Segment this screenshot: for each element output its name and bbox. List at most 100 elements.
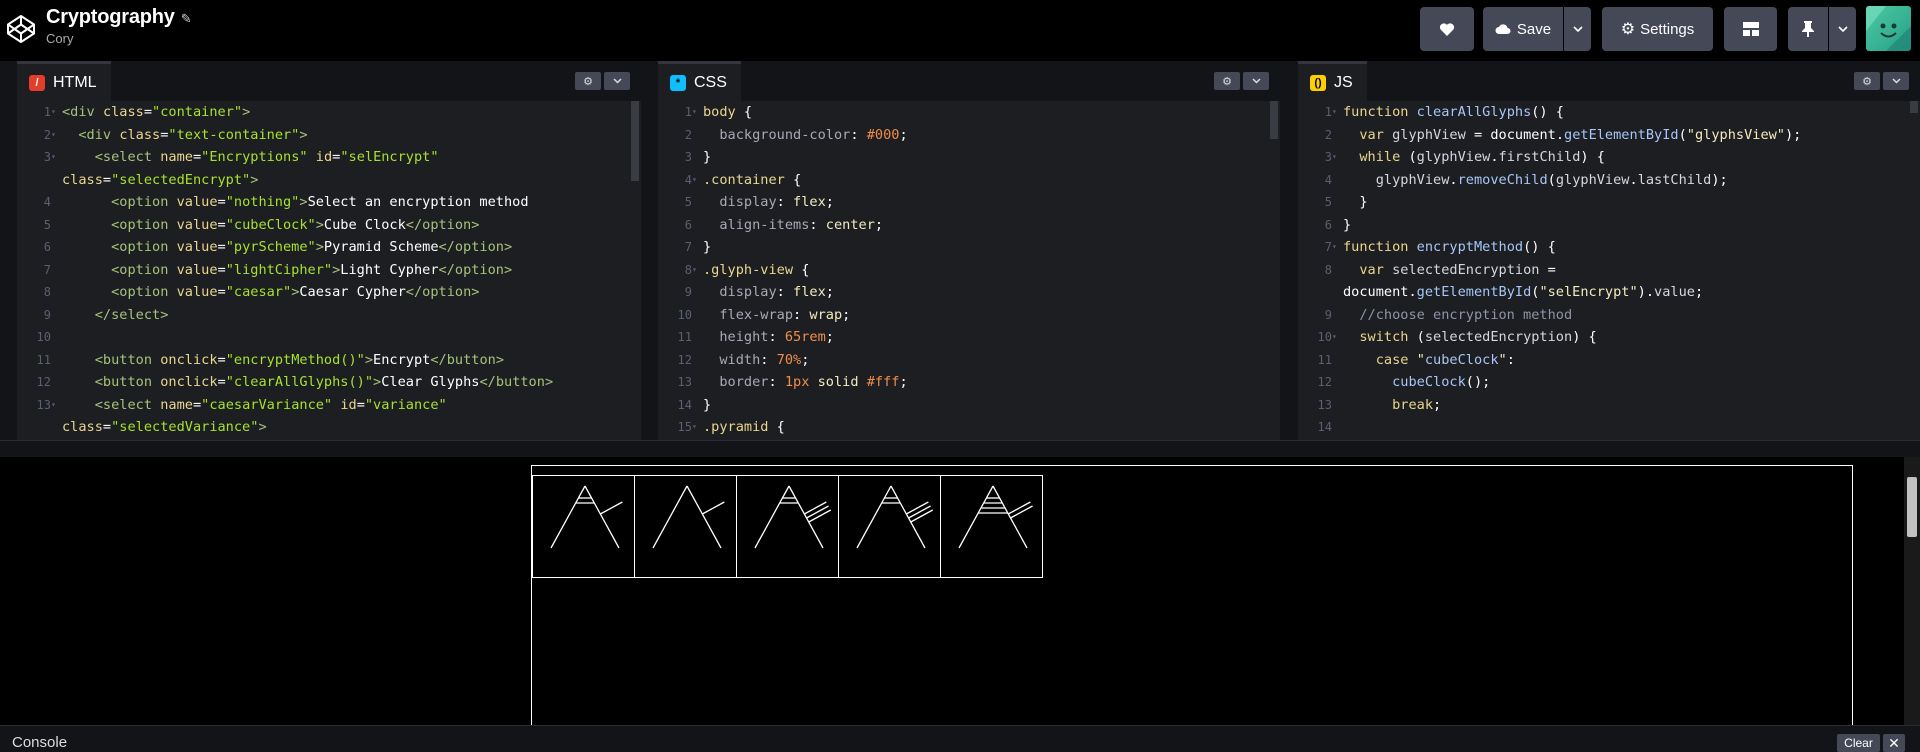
js-code[interactable]: 1 ▾ function clearAllGlyphs() {2 var glyph… [1298, 101, 1920, 440]
css-collapse-button[interactable] [1243, 72, 1269, 90]
css-code-line[interactable]: 8 ▾ .glyph-view { [658, 259, 1280, 282]
js-scrollbar[interactable] [1910, 101, 1918, 113]
js-code-line[interactable]: 3 ▾ while (glyphView.firstChild) { [1298, 146, 1920, 169]
html-code-line[interactable]: 6 <option value="pyrScheme">Pyramid Sche… [17, 236, 641, 259]
line-number: 9 [684, 285, 692, 299]
user-avatar[interactable] [1866, 6, 1911, 51]
fold-arrow-icon[interactable]: ▾ [51, 124, 56, 147]
fold-arrow-icon[interactable]: ▾ [51, 394, 56, 417]
title-block: Cryptography ✎ Cory [46, 6, 192, 46]
html-collapse-button[interactable] [604, 72, 630, 90]
edit-title-icon[interactable]: ✎ [181, 11, 192, 27]
css-code[interactable]: 1 ▾ body {2 background-color: #000; 3} 4 ▾ .co… [658, 101, 1280, 440]
js-code-line[interactable]: document.getElementById("selEncrypt").va… [1298, 281, 1920, 304]
pen-title[interactable]: Cryptography [46, 6, 175, 28]
tab-css[interactable]: * CSS [658, 61, 741, 101]
save-options-button[interactable] [1564, 7, 1591, 51]
js-code-line[interactable]: 14 [1298, 416, 1920, 439]
css-code-line[interactable]: 7} [658, 236, 1280, 259]
console-close-button[interactable]: ✕ [1883, 734, 1905, 752]
js-code-line[interactable]: 12 cubeClock(); [1298, 371, 1920, 394]
css-code-line[interactable]: 14} [658, 394, 1280, 417]
code-text: width: 70%; [719, 351, 810, 368]
css-code-line[interactable]: 10 flex-wrap: wrap; [658, 304, 1280, 327]
html-code-line[interactable]: 5 <option value="cubeClock">Cube Clock</… [17, 214, 641, 237]
css-code-line[interactable]: 5 display: flex; [658, 191, 1280, 214]
tab-html[interactable]: / HTML [17, 61, 111, 101]
html-code-line[interactable]: class="selectedEncrypt"> [17, 169, 641, 192]
fold-arrow-icon[interactable]: ▾ [692, 416, 697, 439]
css-code-line[interactable]: 1 ▾ body { [658, 101, 1280, 124]
fold-arrow-icon[interactable]: ▾ [692, 259, 697, 282]
html-scrollbar[interactable] [631, 101, 639, 181]
fold-arrow-icon[interactable]: ▾ [1332, 146, 1337, 169]
fold-arrow-icon[interactable]: ▾ [1332, 101, 1337, 124]
css-code-line[interactable]: 4 ▾ .container { [658, 169, 1280, 192]
js-code-line[interactable]: 1 ▾ function clearAllGlyphs() { [1298, 101, 1920, 124]
js-code-line[interactable]: 11 case "cubeClock": [1298, 349, 1920, 372]
fold-arrow-icon[interactable]: ▾ [51, 146, 56, 169]
css-code-line[interactable]: 15 ▾ .pyramid { [658, 416, 1280, 439]
css-code-line[interactable]: 3} [658, 146, 1280, 169]
html-code-line[interactable]: 11 <button onclick="encryptMethod()">Enc… [17, 349, 641, 372]
js-code-line[interactable]: 5 } [1298, 191, 1920, 214]
fold-arrow-icon[interactable]: ▾ [692, 169, 697, 192]
love-button[interactable] [1420, 7, 1474, 51]
css-settings-button[interactable]: ⚙ [1214, 72, 1240, 90]
pin-button[interactable] [1788, 7, 1828, 51]
codepen-logo-icon[interactable] [6, 14, 36, 44]
js-code-line[interactable]: 4 glyphView.removeChild(glyphView.lastCh… [1298, 169, 1920, 192]
html-code-line[interactable]: 8 <option value="caesar">Caesar Cypher</… [17, 281, 641, 304]
html-settings-button[interactable]: ⚙ [575, 72, 601, 90]
css-code-line[interactable]: 9 display: flex; [658, 281, 1280, 304]
js-code-line[interactable]: 9 //choose encryption method [1298, 304, 1920, 327]
html-code-line[interactable]: 7 <option value="lightCipher">Light Cyph… [17, 259, 641, 282]
css-code-line[interactable]: 6 align-items: center; [658, 214, 1280, 237]
change-view-button[interactable] [1724, 7, 1777, 51]
css-code-line[interactable]: 2 background-color: #000; [658, 124, 1280, 147]
html-code-line[interactable]: 13 ▾ <select name="caesarVariance" id="va… [17, 394, 641, 417]
preview-scrollbar-thumb[interactable] [1907, 477, 1917, 537]
js-code-line[interactable]: 2 var glyphView = document.getElementByI… [1298, 124, 1920, 147]
preview-scrollbar[interactable] [1904, 457, 1920, 725]
save-button[interactable]: Save [1483, 7, 1563, 51]
console-clear-button[interactable]: Clear [1837, 734, 1880, 752]
css-code-line[interactable]: 11 height: 65rem; [658, 326, 1280, 349]
html-code-line[interactable]: 12 <button onclick="clearAllGlyphs()">Cl… [17, 371, 641, 394]
html-code-line[interactable]: 4 <option value="nothing">Select an encr… [17, 191, 641, 214]
line-number: 9 [1324, 307, 1332, 322]
js-code-line[interactable]: 8 var selectedEncryption = [1298, 259, 1920, 282]
html-code-line[interactable]: class="selectedVariance"> [17, 416, 641, 439]
line-number: 11 [677, 330, 692, 344]
fold-arrow-icon[interactable]: ▾ [692, 101, 697, 124]
js-code-line[interactable]: 7 ▾ function encryptMethod() { [1298, 236, 1920, 259]
css-scrollbar[interactable] [1270, 101, 1278, 139]
code-text: switch (selectedEncryption) { [1359, 329, 1597, 345]
code-text: } [1343, 194, 1368, 210]
chevron-down-icon [1837, 26, 1848, 32]
js-collapse-button[interactable] [1883, 72, 1909, 90]
html-code-line[interactable]: 10 [17, 326, 641, 349]
html-code-line[interactable]: 1 ▾ <div class="container"> [17, 101, 641, 124]
html-code[interactable]: 1 ▾ <div class="container"> 2 ▾ <div class="… [17, 101, 641, 440]
fold-arrow-icon[interactable]: ▾ [51, 101, 56, 124]
css-code-line[interactable]: 12 width: 70%; [658, 349, 1280, 372]
js-code-line[interactable]: 6} [1298, 214, 1920, 237]
css-code-line[interactable]: 13 border: 1px solid #fff; [658, 371, 1280, 394]
html-code-line[interactable]: 2 ▾ <div class="text-container"> [17, 124, 641, 147]
author-name[interactable]: Cory [46, 31, 192, 46]
console-toggle[interactable]: Console [12, 734, 67, 751]
js-code-line[interactable]: 10 ▾ switch (selectedEncryption) { [1298, 326, 1920, 349]
tab-js[interactable]: () JS [1298, 61, 1367, 101]
settings-button[interactable]: ⚙ Settings [1602, 7, 1713, 51]
code-text: while (glyphView.firstChild) { [1359, 149, 1605, 165]
html-code-line[interactable]: 9 </select> [17, 304, 641, 327]
fold-arrow-icon[interactable]: ▾ [1332, 326, 1337, 349]
resize-divider[interactable] [0, 440, 1920, 457]
pin-options-button[interactable] [1829, 7, 1856, 51]
fold-arrow-icon[interactable]: ▾ [1332, 236, 1337, 259]
html-code-line[interactable]: 3 ▾ <select name="Encryptions" id="selEnc… [17, 146, 641, 169]
line-number: 4 [1324, 172, 1332, 187]
js-code-line[interactable]: 13 break; [1298, 394, 1920, 417]
js-settings-button[interactable]: ⚙ [1854, 72, 1880, 90]
